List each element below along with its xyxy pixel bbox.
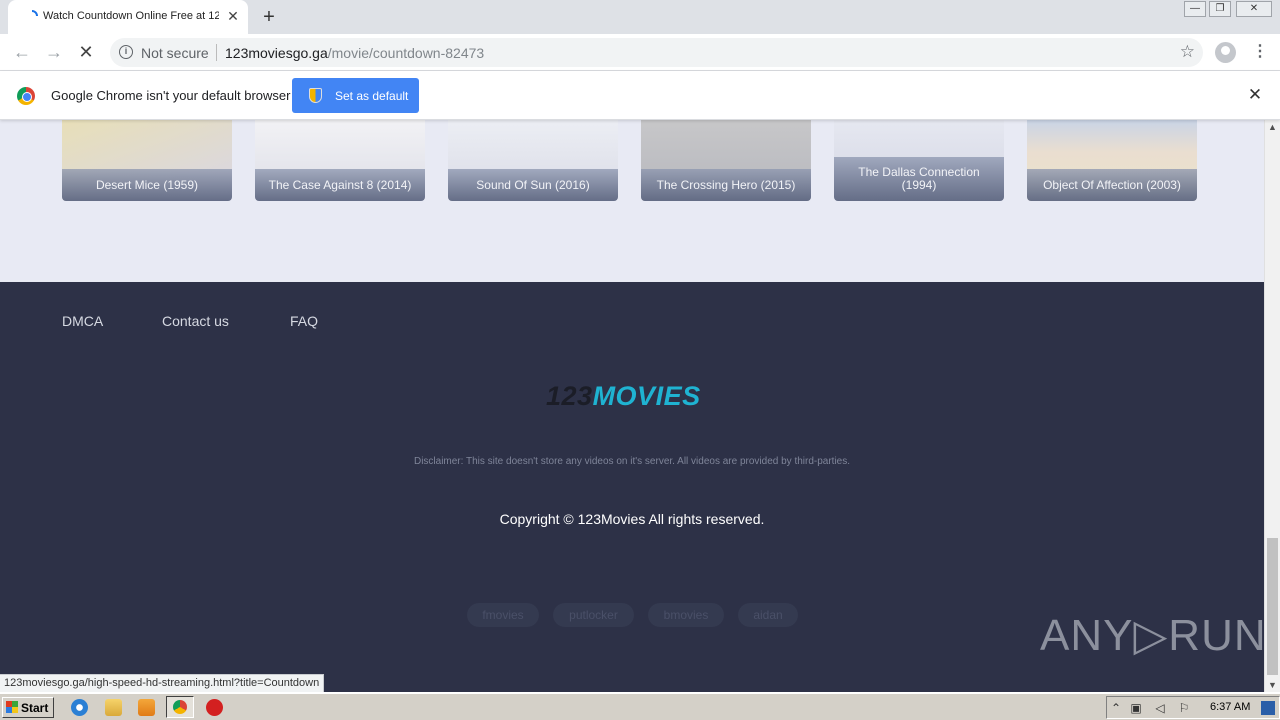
url-path: /movie/countdown-82473	[327, 45, 485, 61]
tab-close-icon[interactable]: ✕	[226, 8, 240, 24]
url-host: 123moviesgo.ga	[225, 45, 328, 61]
set-as-default-label: Set as default	[335, 89, 409, 103]
tab-title: Watch Countdown Online Free at 12	[43, 10, 219, 22]
movie-card[interactable]: The Dallas Connection (1994)	[834, 120, 1004, 201]
restore-button[interactable]: ❐	[1209, 1, 1231, 17]
contact-us-link[interactable]: Contact us	[162, 313, 229, 329]
stop-loading-icon[interactable]: ✕	[74, 40, 98, 64]
browser-tab[interactable]: Watch Countdown Online Free at 12 ✕	[8, 0, 248, 34]
movie-card[interactable]: Object Of Affection (2003)	[1027, 120, 1197, 201]
chrome-taskbar-button[interactable]	[166, 696, 194, 718]
scrollbar-thumb[interactable]	[1267, 538, 1278, 675]
url-text[interactable]: 123moviesgo.ga/movie/countdown-82473	[225, 45, 484, 61]
menu-icon[interactable]: ⋮	[1252, 42, 1268, 64]
media-player-icon[interactable]	[138, 699, 155, 716]
movie-card[interactable]: The Case Against 8 (2014)	[255, 120, 425, 201]
file-explorer-icon[interactable]	[105, 699, 122, 716]
tag-fmovies[interactable]: fmovies	[467, 603, 539, 627]
chrome-logo-icon	[17, 87, 35, 105]
set-as-default-button[interactable]: Set as default	[292, 78, 419, 113]
stop-sign-icon[interactable]	[206, 699, 223, 716]
scroll-up-icon[interactable]: ▲	[1268, 122, 1277, 132]
volume-icon[interactable]: ◁	[1153, 701, 1167, 715]
disclaimer-text: Disclaimer: This site doesn't store any …	[413, 456, 851, 467]
show-desktop-icon[interactable]	[1261, 701, 1275, 715]
new-tab-button[interactable]: +	[258, 6, 280, 28]
windows-taskbar: Start ⌃ ▣ ◁ ⚐ 6:37 AM	[0, 693, 1280, 720]
movie-title: Desert Mice (1959)	[62, 169, 232, 201]
tag-aidan[interactable]: aidan	[738, 603, 798, 627]
vertical-scrollbar[interactable]: ▲ ▼	[1264, 120, 1280, 692]
scroll-down-icon[interactable]: ▼	[1268, 680, 1277, 690]
windows-logo-icon	[6, 701, 18, 713]
internet-explorer-icon[interactable]	[71, 699, 88, 716]
security-label[interactable]: Not secure	[141, 45, 209, 61]
dmca-link[interactable]: DMCA	[62, 313, 103, 329]
default-browser-infobar: Google Chrome isn't your default browser…	[0, 71, 1280, 120]
divider	[216, 44, 217, 61]
logo-word: MOVIES	[592, 381, 701, 411]
movie-card[interactable]: The Crossing Hero (2015)	[641, 120, 811, 201]
status-bubble: 123moviesgo.ga/high-speed-hd-streaming.h…	[0, 674, 325, 692]
network-icon[interactable]: ▣	[1129, 701, 1143, 715]
logo-number: 123	[546, 381, 593, 411]
back-icon[interactable]: ←	[10, 40, 34, 64]
movie-title: The Crossing Hero (2015)	[641, 169, 811, 201]
tab-strip: Watch Countdown Online Free at 12 ✕ + — …	[0, 0, 1280, 34]
clock[interactable]: 6:37 AM	[1210, 701, 1250, 713]
info-icon[interactable]: i	[119, 45, 133, 59]
related-movies-section: Desert Mice (1959) The Case Against 8 (2…	[0, 120, 1264, 282]
faq-link[interactable]: FAQ	[290, 313, 318, 329]
system-tray: ⌃ ▣ ◁ ⚐ 6:37 AM	[1106, 696, 1280, 719]
movie-title: Object Of Affection (2003)	[1027, 169, 1197, 201]
address-bar[interactable]: i Not secure 123moviesgo.ga/movie/countd…	[110, 38, 1203, 67]
tag-bmovies[interactable]: bmovies	[648, 603, 724, 627]
site-footer: DMCA Contact us FAQ 123MOVIES Disclaimer…	[0, 282, 1264, 692]
bookmark-star-icon[interactable]: ☆	[1180, 42, 1195, 62]
copyright-text: Copyright © 123Movies All rights reserve…	[499, 511, 765, 527]
tray-expand-icon[interactable]: ⌃	[1109, 701, 1123, 715]
movie-title: The Dallas Connection (1994)	[834, 157, 1004, 201]
movie-title: The Case Against 8 (2014)	[255, 169, 425, 201]
site-logo[interactable]: 123MOVIES	[546, 381, 701, 412]
loading-icon	[31, 10, 38, 17]
shield-icon	[309, 88, 322, 103]
action-center-flag-icon[interactable]: ⚐	[1177, 701, 1191, 715]
profile-avatar-icon[interactable]	[1215, 42, 1236, 63]
infobar-close-icon[interactable]: ✕	[1247, 86, 1263, 104]
browser-toolbar: ← → ✕ i Not secure 123moviesgo.ga/movie/…	[0, 34, 1280, 71]
anyrun-watermark: ANY▷RUN	[1040, 611, 1264, 660]
start-label: Start	[21, 701, 49, 715]
start-button[interactable]: Start	[2, 697, 54, 718]
movie-title: Sound Of Sun (2016)	[448, 169, 618, 201]
chrome-icon	[173, 700, 187, 714]
web-page: Desert Mice (1959) The Case Against 8 (2…	[0, 120, 1264, 692]
tag-putlocker[interactable]: putlocker	[553, 603, 634, 627]
forward-icon[interactable]: →	[42, 40, 66, 64]
infobar-message: Google Chrome isn't your default browser	[51, 88, 291, 103]
movie-card[interactable]: Sound Of Sun (2016)	[448, 120, 618, 201]
minimize-button[interactable]: —	[1184, 1, 1206, 17]
movie-card[interactable]: Desert Mice (1959)	[62, 120, 232, 201]
close-window-button[interactable]: ✕	[1236, 1, 1272, 17]
